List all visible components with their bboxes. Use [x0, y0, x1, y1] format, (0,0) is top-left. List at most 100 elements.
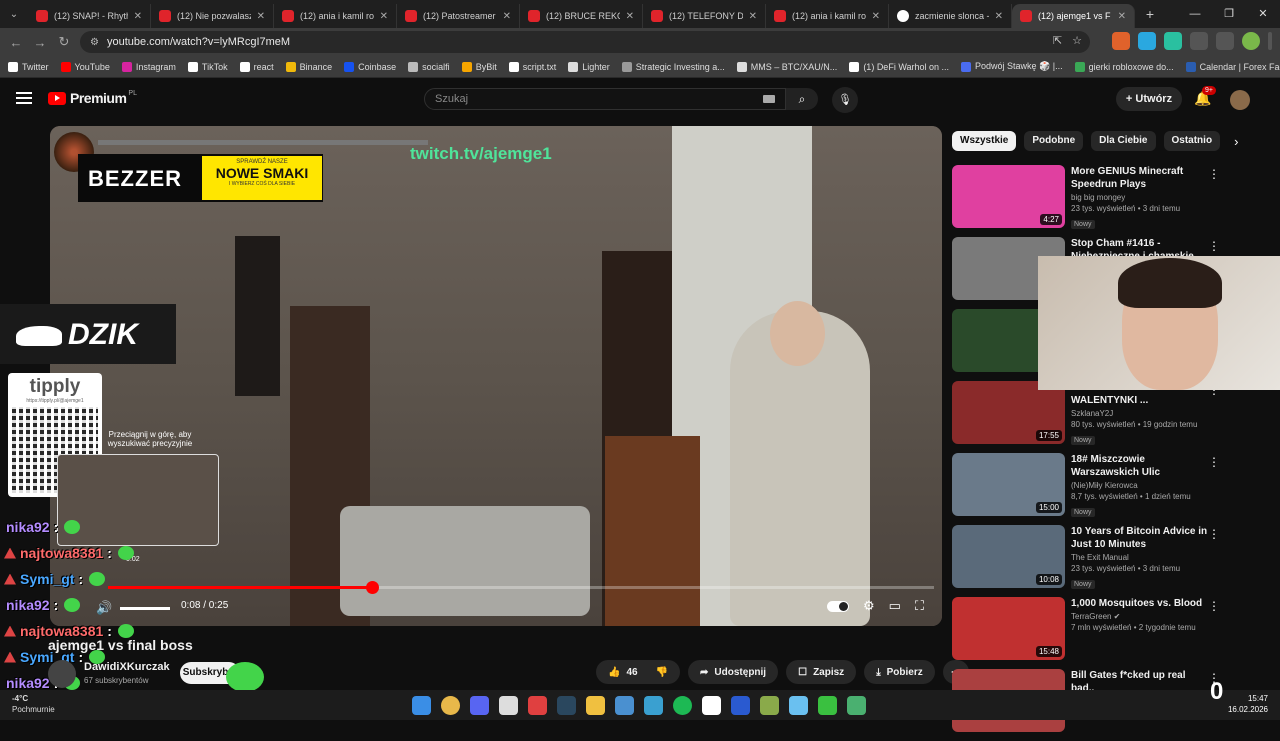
notepad-icon[interactable]	[789, 696, 808, 715]
back-icon[interactable]: ←	[4, 35, 28, 50]
app-icon[interactable]	[731, 696, 750, 715]
app-icon[interactable]	[528, 696, 547, 715]
video-title-link[interactable]: 1,000 Mosquitoes vs. Blood	[1071, 597, 1209, 610]
tab-close-icon[interactable]: ✕	[995, 11, 1003, 22]
video-channel[interactable]: (Nie)Miły Kierowca	[1071, 481, 1209, 490]
like-button[interactable]: 👍 46 👎	[596, 660, 681, 684]
bookmark-item[interactable]: TikTok	[187, 61, 228, 72]
forward-icon[interactable]: →	[28, 35, 52, 50]
url-input[interactable]: ⚙ youtube.com/watch?v=lyMRcgI7meM ⇱ ☆	[80, 31, 1090, 53]
browser-tab[interactable]: (12) Nie pozwalasz m ✕	[151, 4, 274, 28]
minimize-icon[interactable]: —	[1178, 0, 1212, 28]
chrome-icon[interactable]	[441, 696, 460, 715]
browser-tab[interactable]: (12) ajemge1 vs F ✕	[1012, 4, 1135, 28]
more-options-icon[interactable]: ⋮	[1208, 167, 1220, 181]
profile-avatar-icon[interactable]	[1242, 32, 1260, 50]
download-button[interactable]: ⤓ Pobierz	[864, 660, 935, 684]
bookmark-item[interactable]: Calendar | Forex Fac...	[1185, 61, 1280, 72]
bookmark-item[interactable]: Podwój Stawkę 🎲 |...	[961, 61, 1063, 72]
filter-chip[interactable]: Wszystkie	[952, 131, 1017, 151]
account-avatar[interactable]	[1230, 90, 1250, 110]
filter-chip[interactable]: Podobne	[1024, 131, 1084, 151]
video-thumbnail[interactable]: 4:27	[952, 165, 1065, 228]
weather-widget[interactable]: -4°C Pochmurnie	[12, 693, 55, 715]
video-channel[interactable]: SzklanaY2J	[1071, 409, 1209, 418]
browser-tab[interactable]: (12) BRUCE REKORD ✕	[520, 4, 643, 28]
search-button[interactable]: ⌕	[786, 88, 818, 110]
new-tab-button[interactable]: +	[1139, 6, 1161, 22]
video-thumbnail[interactable]: 15:00	[952, 453, 1065, 516]
extensions-puzzle-icon[interactable]	[1190, 32, 1208, 50]
browser-tab[interactable]: zacmienie slonca - Sz ✕	[889, 4, 1012, 28]
bookmark-item[interactable]: Instagram	[121, 61, 176, 72]
filter-chip[interactable]: Ostatnio	[1163, 131, 1221, 151]
save-button[interactable]: ☐ Zapisz	[786, 660, 857, 684]
bookmark-item[interactable]: YouTube	[60, 61, 110, 72]
related-video[interactable]: 15:48 1,000 Mosquitoes vs. Blood TerraGree…	[952, 597, 1232, 669]
app-icon[interactable]	[499, 696, 518, 715]
video-title-link[interactable]: More GENIUS Minecraft Speedrun Plays	[1071, 165, 1209, 191]
app-icon[interactable]	[615, 696, 634, 715]
browser-tab[interactable]: (12) TELEFONY DO P ✕	[643, 4, 766, 28]
filter-chip[interactable]: Dla Ciebie	[1091, 131, 1156, 151]
bookmark-item[interactable]: Lighter	[568, 61, 610, 72]
bookmark-item[interactable]: Coinbase	[344, 61, 396, 72]
bookmark-item[interactable]: Strategic Investing a...	[621, 61, 725, 72]
browser-tab[interactable]: (12) Patostreamer Kto ✕	[397, 4, 520, 28]
extension-teal-icon[interactable]	[1164, 32, 1182, 50]
search-input[interactable]: Szukaj	[424, 88, 786, 110]
browser-tab[interactable]: (12) SNAP! - Rhythm ✕	[28, 4, 151, 28]
notifications-button[interactable]: 🔔 9+	[1194, 86, 1216, 107]
related-video[interactable]: 15:00 18# Miszczowie Warszawskich Ulic (Ni…	[952, 453, 1232, 525]
chevron-right-icon[interactable]: ›	[1234, 134, 1238, 149]
extension-fox-icon[interactable]	[1112, 32, 1130, 50]
bookmark-item[interactable]: gierki robloxowe do...	[1074, 61, 1174, 72]
video-channel[interactable]: big big mongey	[1071, 193, 1209, 202]
install-icon[interactable]: ⇱	[1053, 34, 1062, 47]
bookmark-item[interactable]: Twitter	[8, 61, 49, 72]
channel-name[interactable]: DawidiXKurczak	[84, 661, 170, 673]
autoplay-toggle[interactable]	[826, 600, 849, 612]
related-video[interactable]: 4:27 More GENIUS Minecraft Speedrun Plays…	[952, 165, 1232, 237]
app-icon[interactable]	[702, 696, 721, 715]
app-icon[interactable]	[847, 696, 866, 715]
browser-menu-icon[interactable]	[1268, 32, 1272, 50]
video-thumbnail[interactable]: 17:55	[952, 381, 1065, 444]
site-info-icon[interactable]: ⚙	[90, 37, 99, 48]
more-options-icon[interactable]: ⋮	[1208, 239, 1220, 253]
browser-tab[interactable]: (12) ania i kamil robią ✕	[766, 4, 889, 28]
tab-search-icon[interactable]: ⌄	[0, 0, 28, 28]
theater-mode-icon[interactable]: ▭	[889, 598, 901, 614]
video-title-link[interactable]: 18# Miszczowie Warszawskich Ulic	[1071, 453, 1209, 479]
restore-icon[interactable]: ❐	[1212, 0, 1246, 28]
fullscreen-icon[interactable]: ⛶	[915, 598, 924, 614]
video-thumbnail[interactable]: 15:48	[952, 597, 1065, 660]
share-button[interactable]: ➦ Udostępnij	[688, 660, 779, 684]
close-icon[interactable]: ✕	[1246, 0, 1280, 28]
tab-close-icon[interactable]: ✕	[872, 11, 880, 22]
youtube-logo[interactable]: Premium PL	[48, 90, 137, 106]
browser-tab[interactable]: (12) ania i kamil robią ✕	[274, 4, 397, 28]
start-icon[interactable]	[412, 696, 431, 715]
bookmark-item[interactable]: (1) DeFi Warhol on ...	[849, 61, 949, 72]
related-video[interactable]: 10:08 10 Years of Bitcoin Advice in Just …	[952, 525, 1232, 597]
more-options-icon[interactable]: ⋮	[1208, 599, 1220, 613]
reload-icon[interactable]: ↻	[52, 34, 76, 50]
create-button[interactable]: + Utwórz	[1116, 87, 1182, 111]
video-thumbnail[interactable]: 10:08	[952, 525, 1065, 588]
bookmark-star-icon[interactable]: ☆	[1072, 34, 1082, 47]
more-options-icon[interactable]: ⋮	[1208, 527, 1220, 541]
extension-blue-icon[interactable]	[1138, 32, 1156, 50]
channel-avatar[interactable]	[48, 660, 76, 688]
tab-close-icon[interactable]: ✕	[749, 11, 757, 22]
bookmark-item[interactable]: script.txt	[508, 61, 556, 72]
tab-close-icon[interactable]: ✕	[626, 11, 634, 22]
reading-list-icon[interactable]	[1216, 32, 1234, 50]
bookmark-item[interactable]: Binance	[285, 61, 332, 72]
tab-close-icon[interactable]: ✕	[1118, 11, 1126, 22]
more-options-icon[interactable]: ⋮	[1208, 455, 1220, 469]
thumbs-down-icon[interactable]: 👎	[656, 667, 668, 678]
bookmark-item[interactable]: MMS – BTC/XAU/N...	[736, 61, 837, 72]
tab-close-icon[interactable]: ✕	[134, 11, 142, 22]
bookmark-item[interactable]: ByBit	[461, 61, 497, 72]
